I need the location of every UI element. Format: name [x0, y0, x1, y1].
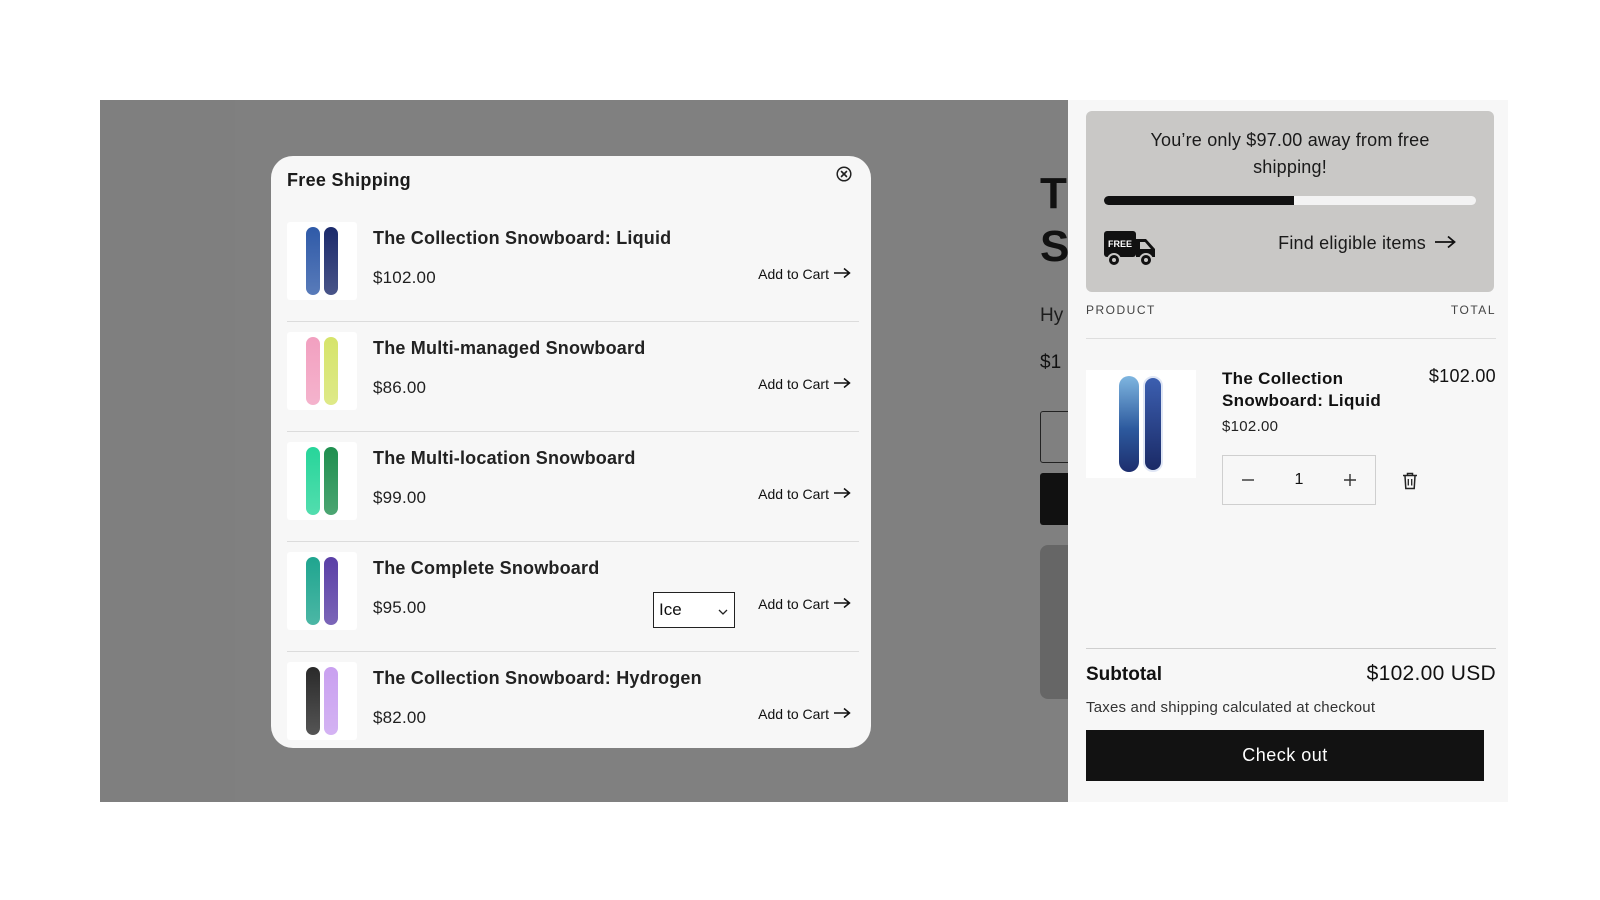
- cart-item-thumbnail[interactable]: [1086, 370, 1196, 478]
- snowboard-image: [306, 667, 320, 735]
- shipping-progress-bar: [1104, 196, 1476, 205]
- variant-select[interactable]: Ice: [653, 592, 735, 628]
- arrow-right-icon: [833, 596, 851, 612]
- product-thumbnail[interactable]: [287, 332, 357, 410]
- product-price: $82.00: [373, 708, 427, 727]
- truck-badge-text: FREE: [1108, 239, 1132, 249]
- list-item: The Multi-location Snowboard $99.00 Add …: [287, 432, 859, 542]
- arrow-right-icon: [1434, 233, 1456, 254]
- arrow-right-icon: [833, 706, 851, 722]
- free-shipping-banner: You’re only $97.00 away from free shippi…: [1086, 111, 1494, 292]
- column-header-product: PRODUCT: [1086, 303, 1156, 317]
- add-to-cart-button[interactable]: Add to Cart: [758, 376, 851, 392]
- arrow-right-icon: [833, 376, 851, 392]
- shipping-message: You’re only $97.00 away from free shippi…: [1150, 130, 1430, 177]
- add-to-cart-button[interactable]: Add to Cart: [758, 486, 851, 502]
- product-name[interactable]: The Collection Snowboard: Liquid: [373, 228, 671, 249]
- product-thumbnail[interactable]: [287, 662, 357, 740]
- add-to-cart-button[interactable]: Add to Cart: [758, 706, 851, 722]
- quantity-value[interactable]: 1: [1295, 471, 1304, 489]
- checkout-button[interactable]: Check out: [1086, 730, 1484, 781]
- cart-item-name[interactable]: The Collection Snowboard: Liquid: [1222, 368, 1402, 412]
- product-thumbnail[interactable]: [287, 552, 357, 630]
- arrow-right-icon: [833, 486, 851, 502]
- list-item: The Multi-managed Snowboard $86.00 Add t…: [287, 322, 859, 432]
- add-to-cart-button[interactable]: Add to Cart: [758, 266, 851, 282]
- add-to-cart-button[interactable]: Add to Cart: [758, 596, 851, 612]
- snowboard-image: [324, 447, 338, 515]
- list-item: The Complete Snowboard $95.00 Ice Add to…: [287, 542, 859, 652]
- close-icon[interactable]: [835, 165, 853, 183]
- product-price: $99.00: [373, 488, 427, 507]
- product-thumbnail[interactable]: [287, 442, 357, 520]
- product-name[interactable]: The Collection Snowboard: Hydrogen: [373, 668, 702, 689]
- column-header-total: TOTAL: [1450, 303, 1496, 317]
- arrow-right-icon: [833, 266, 851, 282]
- add-to-cart-button-fragment: [1040, 473, 1068, 525]
- plus-icon[interactable]: [1339, 469, 1361, 491]
- snowboard-image: [306, 557, 320, 625]
- list-item: The Collection Snowboard: Liquid $102.00…: [287, 212, 859, 322]
- free-shipping-modal: Free Shipping The Collection Snowboard: …: [271, 156, 871, 748]
- add-to-cart-label: Add to Cart: [758, 376, 829, 392]
- shipping-progress-fill: [1104, 196, 1294, 205]
- find-eligible-items-link[interactable]: Find eligible items: [1278, 233, 1456, 254]
- product-price-fragment: $1: [1040, 352, 1062, 373]
- snowboard-image: [306, 447, 320, 515]
- add-to-cart-label: Add to Cart: [758, 706, 829, 722]
- quantity-stepper: 1: [1222, 455, 1376, 505]
- modal-title: Free Shipping: [287, 170, 411, 190]
- minus-icon[interactable]: [1237, 469, 1259, 491]
- snowboard-image: [306, 337, 320, 405]
- cart-drawer: You’re only $97.00 away from free shippi…: [1068, 100, 1508, 802]
- list-item: The Collection Snowboard: Hydrogen $82.0…: [287, 652, 859, 748]
- subtotal-value: $102.00 USD: [1366, 662, 1496, 685]
- quantity-box-fragment: [1040, 411, 1068, 463]
- cart-column-headers: PRODUCT TOTAL: [1086, 303, 1496, 317]
- product-title-fragment: T: [1040, 169, 1067, 218]
- snowboard-image: [324, 557, 338, 625]
- find-eligible-items-label: Find eligible items: [1278, 233, 1426, 253]
- upsell-product-list: The Collection Snowboard: Liquid $102.00…: [287, 212, 859, 748]
- snowboard-image: [1119, 376, 1139, 472]
- product-name[interactable]: The Multi-managed Snowboard: [373, 338, 645, 359]
- variant-value: Ice: [659, 600, 682, 619]
- cart-item-total: $102.00: [1428, 366, 1496, 386]
- product-title-fragment-2: S: [1040, 222, 1068, 271]
- storefront-frame: T S Hy $1 Free Shipping The Collection S…: [100, 100, 1508, 802]
- product-name[interactable]: The Multi-location Snowboard: [373, 448, 636, 469]
- subtotal-label: Subtotal: [1086, 664, 1162, 685]
- product-name[interactable]: The Complete Snowboard: [373, 558, 599, 579]
- cart-item-unit-price: $102.00: [1222, 418, 1279, 435]
- product-price: $95.00: [373, 598, 427, 617]
- trash-icon[interactable]: [1402, 472, 1420, 490]
- product-thumbnail[interactable]: [287, 222, 357, 300]
- add-to-cart-label: Add to Cart: [758, 596, 829, 612]
- snowboard-image: [324, 667, 338, 735]
- add-to-cart-label: Add to Cart: [758, 486, 829, 502]
- chevron-down-icon: [718, 600, 728, 620]
- truck-icon: FREE: [1102, 229, 1160, 269]
- divider: [1086, 648, 1496, 649]
- add-to-cart-label: Add to Cart: [758, 266, 829, 282]
- snowboard-image: [306, 227, 320, 295]
- snowboard-image: [324, 227, 338, 295]
- snowboard-image: [324, 337, 338, 405]
- product-vendor-fragment: Hy: [1040, 305, 1064, 326]
- snowboard-image: [1143, 376, 1163, 472]
- divider: [1086, 338, 1496, 339]
- product-price: $86.00: [373, 378, 427, 397]
- tax-note: Taxes and shipping calculated at checkou…: [1086, 699, 1376, 716]
- product-price: $102.00: [373, 268, 436, 287]
- shipping-card-fragment: [1040, 545, 1068, 699]
